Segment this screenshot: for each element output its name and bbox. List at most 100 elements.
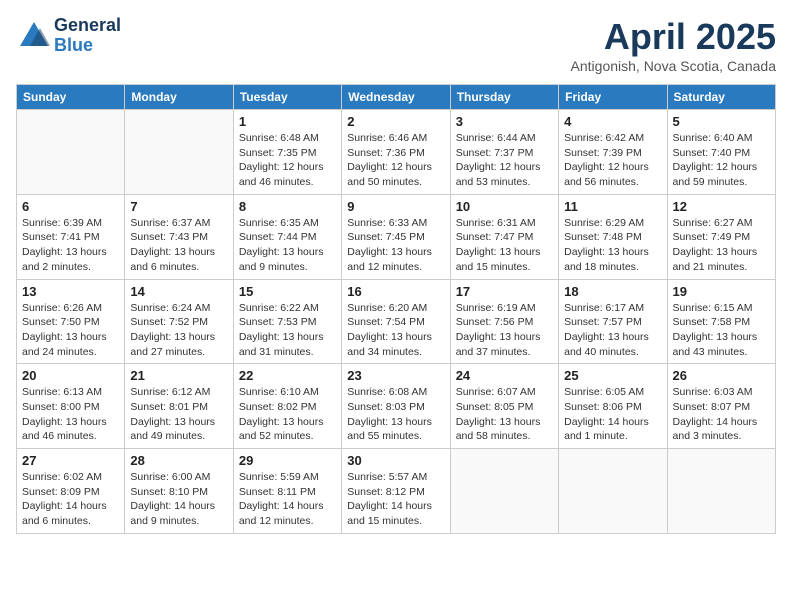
calendar-week-row: 1 Sunrise: 6:48 AM Sunset: 7:35 PM Daylig… [17, 110, 776, 195]
calendar-cell: 15Sunrise: 6:22 AM Sunset: 7:53 PM Dayli… [233, 279, 341, 364]
weekday-header: Sunday [17, 85, 125, 110]
day-info: Sunrise: 6:39 AM Sunset: 7:41 PM Dayligh… [22, 216, 119, 275]
day-info: Sunrise: 6:15 AM Sunset: 7:58 PM Dayligh… [673, 301, 770, 360]
calendar-cell [450, 449, 558, 534]
day-info: Sunrise: 6:24 AM Sunset: 7:52 PM Dayligh… [130, 301, 227, 360]
calendar-cell: 10Sunrise: 6:31 AM Sunset: 7:47 PM Dayli… [450, 194, 558, 279]
weekday-header: Friday [559, 85, 667, 110]
calendar-cell: 8Sunrise: 6:35 AM Sunset: 7:44 PM Daylig… [233, 194, 341, 279]
day-number: 20 [22, 368, 119, 383]
calendar-table: SundayMondayTuesdayWednesdayThursdayFrid… [16, 84, 776, 534]
calendar-cell [559, 449, 667, 534]
calendar-cell: 7 Sunrise: 6:37 AM Sunset: 7:43 PM Daylig… [125, 194, 233, 279]
calendar-cell: 12Sunrise: 6:27 AM Sunset: 7:49 PM Dayli… [667, 194, 775, 279]
day-info: Sunrise: 6:40 AM Sunset: 7:40 PM Dayligh… [673, 131, 770, 190]
calendar-cell: 1 Sunrise: 6:48 AM Sunset: 7:35 PM Daylig… [233, 110, 341, 195]
day-number: 2 [347, 114, 444, 129]
calendar-cell: 20 Sunrise: 6:13 AM Sunset: 8:00 PM Dayli… [17, 364, 125, 449]
day-info: Sunrise: 6:08 AM Sunset: 8:03 PM Dayligh… [347, 385, 444, 444]
calendar-cell: 25 Sunrise: 6:05 AM Sunset: 8:06 PM Dayli… [559, 364, 667, 449]
day-number: 15 [239, 284, 336, 299]
day-number: 13 [22, 284, 119, 299]
calendar-cell: 23Sunrise: 6:08 AM Sunset: 8:03 PM Dayli… [342, 364, 450, 449]
calendar-week-row: 27Sunrise: 6:02 AM Sunset: 8:09 PM Dayli… [17, 449, 776, 534]
logo-blue: Blue [54, 36, 121, 56]
day-number: 12 [673, 199, 770, 214]
logo: General Blue [16, 16, 121, 56]
day-number: 29 [239, 453, 336, 468]
day-number: 5 [673, 114, 770, 129]
weekday-header: Monday [125, 85, 233, 110]
day-info: Sunrise: 6:46 AM Sunset: 7:36 PM Dayligh… [347, 131, 444, 190]
calendar-cell: 24 Sunrise: 6:07 AM Sunset: 8:05 PM Dayli… [450, 364, 558, 449]
day-number: 16 [347, 284, 444, 299]
calendar-cell: 29 Sunrise: 5:59 AM Sunset: 8:11 PM Dayli… [233, 449, 341, 534]
calendar-cell: 2 Sunrise: 6:46 AM Sunset: 7:36 PM Daylig… [342, 110, 450, 195]
calendar-cell: 26 Sunrise: 6:03 AM Sunset: 8:07 PM Dayli… [667, 364, 775, 449]
day-number: 26 [673, 368, 770, 383]
day-info: Sunrise: 6:07 AM Sunset: 8:05 PM Dayligh… [456, 385, 553, 444]
day-number: 4 [564, 114, 661, 129]
calendar-cell: 17Sunrise: 6:19 AM Sunset: 7:56 PM Dayli… [450, 279, 558, 364]
calendar-cell [17, 110, 125, 195]
day-info: Sunrise: 6:10 AM Sunset: 8:02 PM Dayligh… [239, 385, 336, 444]
day-info: Sunrise: 6:03 AM Sunset: 8:07 PM Dayligh… [673, 385, 770, 444]
calendar-cell: 5 Sunrise: 6:40 AM Sunset: 7:40 PM Daylig… [667, 110, 775, 195]
month-title: April 2025 [571, 16, 776, 58]
calendar-week-row: 20 Sunrise: 6:13 AM Sunset: 8:00 PM Dayli… [17, 364, 776, 449]
day-number: 10 [456, 199, 553, 214]
calendar-cell: 3 Sunrise: 6:44 AM Sunset: 7:37 PM Daylig… [450, 110, 558, 195]
day-info: Sunrise: 6:26 AM Sunset: 7:50 PM Dayligh… [22, 301, 119, 360]
weekday-header: Tuesday [233, 85, 341, 110]
calendar-cell: 9 Sunrise: 6:33 AM Sunset: 7:45 PM Daylig… [342, 194, 450, 279]
day-info: Sunrise: 6:37 AM Sunset: 7:43 PM Dayligh… [130, 216, 227, 275]
day-number: 18 [564, 284, 661, 299]
calendar-cell: 22Sunrise: 6:10 AM Sunset: 8:02 PM Dayli… [233, 364, 341, 449]
day-info: Sunrise: 6:29 AM Sunset: 7:48 PM Dayligh… [564, 216, 661, 275]
day-number: 1 [239, 114, 336, 129]
calendar-cell [667, 449, 775, 534]
calendar-cell: 6 Sunrise: 6:39 AM Sunset: 7:41 PM Daylig… [17, 194, 125, 279]
weekday-header: Saturday [667, 85, 775, 110]
day-number: 14 [130, 284, 227, 299]
weekday-header: Wednesday [342, 85, 450, 110]
day-info: Sunrise: 6:19 AM Sunset: 7:56 PM Dayligh… [456, 301, 553, 360]
day-number: 25 [564, 368, 661, 383]
day-number: 6 [22, 199, 119, 214]
day-info: Sunrise: 6:17 AM Sunset: 7:57 PM Dayligh… [564, 301, 661, 360]
day-number: 7 [130, 199, 227, 214]
calendar-cell: 30 Sunrise: 5:57 AM Sunset: 8:12 PM Dayli… [342, 449, 450, 534]
calendar-cell: 4 Sunrise: 6:42 AM Sunset: 7:39 PM Daylig… [559, 110, 667, 195]
day-number: 9 [347, 199, 444, 214]
day-number: 11 [564, 199, 661, 214]
day-number: 21 [130, 368, 227, 383]
calendar-cell [125, 110, 233, 195]
day-info: Sunrise: 6:13 AM Sunset: 8:00 PM Dayligh… [22, 385, 119, 444]
logo-icon [16, 18, 52, 54]
calendar-cell: 21 Sunrise: 6:12 AM Sunset: 8:01 PM Dayli… [125, 364, 233, 449]
location-subtitle: Antigonish, Nova Scotia, Canada [571, 58, 776, 74]
day-number: 3 [456, 114, 553, 129]
calendar-cell: 27Sunrise: 6:02 AM Sunset: 8:09 PM Dayli… [17, 449, 125, 534]
day-info: Sunrise: 5:57 AM Sunset: 8:12 PM Dayligh… [347, 470, 444, 529]
calendar-cell: 16 Sunrise: 6:20 AM Sunset: 7:54 PM Dayli… [342, 279, 450, 364]
title-block: April 2025 Antigonish, Nova Scotia, Cana… [571, 16, 776, 74]
calendar-cell: 18 Sunrise: 6:17 AM Sunset: 7:57 PM Dayli… [559, 279, 667, 364]
page-header: General Blue April 2025 Antigonish, Nova… [16, 16, 776, 74]
day-info: Sunrise: 6:00 AM Sunset: 8:10 PM Dayligh… [130, 470, 227, 529]
weekday-header: Thursday [450, 85, 558, 110]
calendar-cell: 14 Sunrise: 6:24 AM Sunset: 7:52 PM Dayli… [125, 279, 233, 364]
day-number: 24 [456, 368, 553, 383]
day-number: 30 [347, 453, 444, 468]
day-info: Sunrise: 5:59 AM Sunset: 8:11 PM Dayligh… [239, 470, 336, 529]
day-number: 8 [239, 199, 336, 214]
day-info: Sunrise: 6:05 AM Sunset: 8:06 PM Dayligh… [564, 385, 661, 444]
day-info: Sunrise: 6:42 AM Sunset: 7:39 PM Dayligh… [564, 131, 661, 190]
day-info: Sunrise: 6:12 AM Sunset: 8:01 PM Dayligh… [130, 385, 227, 444]
calendar-cell: 19Sunrise: 6:15 AM Sunset: 7:58 PM Dayli… [667, 279, 775, 364]
day-info: Sunrise: 6:48 AM Sunset: 7:35 PM Dayligh… [239, 131, 336, 190]
day-info: Sunrise: 6:02 AM Sunset: 8:09 PM Dayligh… [22, 470, 119, 529]
day-info: Sunrise: 6:44 AM Sunset: 7:37 PM Dayligh… [456, 131, 553, 190]
day-info: Sunrise: 6:33 AM Sunset: 7:45 PM Dayligh… [347, 216, 444, 275]
day-info: Sunrise: 6:20 AM Sunset: 7:54 PM Dayligh… [347, 301, 444, 360]
